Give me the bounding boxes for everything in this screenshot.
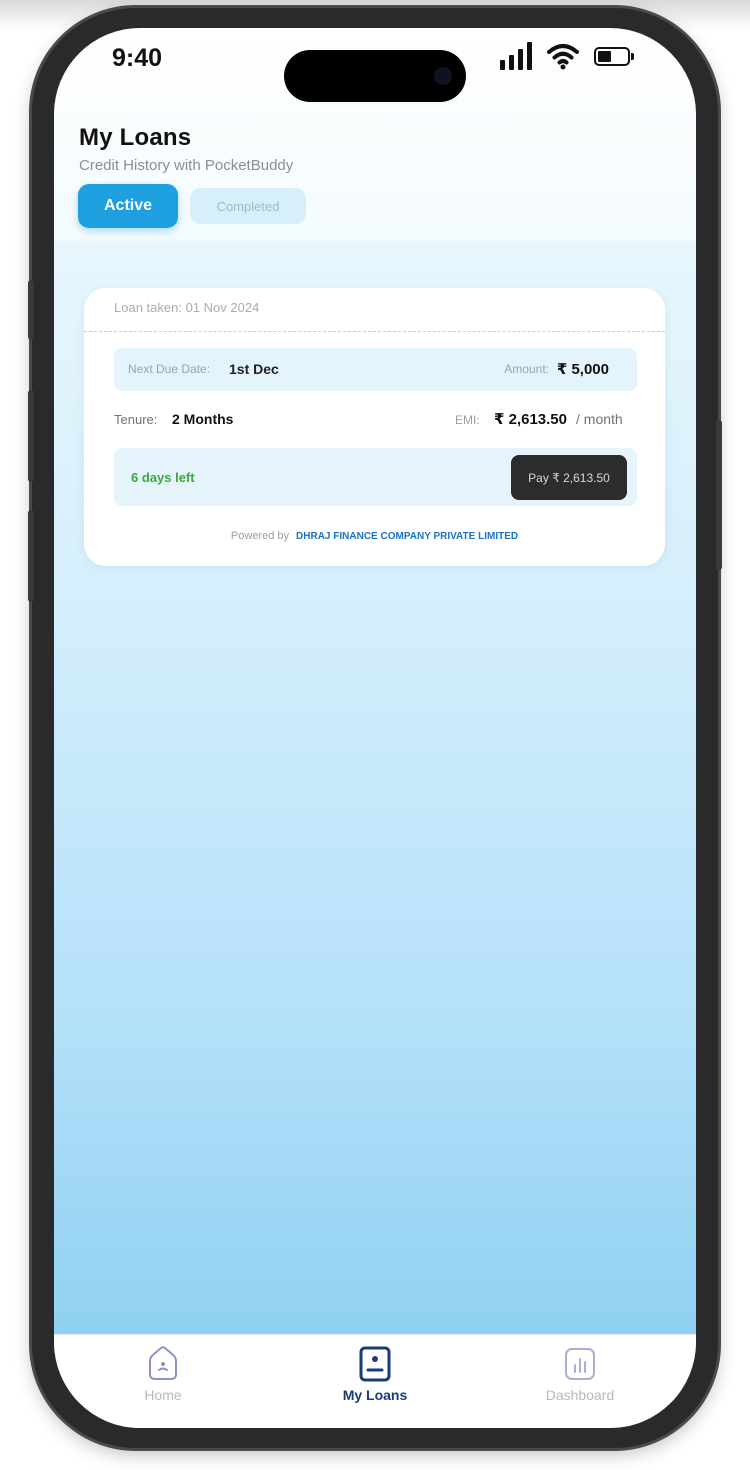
nav-label-my-loans: My Loans	[342, 1387, 408, 1403]
loans-icon	[355, 1343, 395, 1385]
emi-label: EMI:	[455, 413, 480, 427]
powered-by-label: Powered by	[230, 530, 289, 542]
dynamic-island	[284, 50, 466, 102]
due-info-strip: Next Due Date: 1st Dec Amount: ₹ 5,000	[114, 348, 637, 391]
loan-taken-date: 01 Nov 2024	[185, 300, 260, 315]
tab-active[interactable]: Active	[78, 184, 178, 228]
volume-down-button	[28, 510, 34, 602]
status-icons	[500, 38, 634, 74]
tenure-value: 2 Months	[172, 411, 234, 427]
battery-icon	[594, 46, 634, 66]
wifi-icon	[547, 44, 579, 70]
nav-item-dashboard[interactable]: Dashboard	[505, 1343, 655, 1403]
dashed-divider	[84, 331, 665, 332]
page-title: My Loans	[79, 124, 192, 151]
next-due-label: Next Due Date:	[128, 362, 211, 376]
days-left: 6 days left	[131, 470, 195, 485]
home-icon	[143, 1343, 183, 1385]
power-button	[716, 420, 722, 570]
amount-value: ₹ 5,000	[556, 361, 609, 378]
emi-unit: / month	[576, 411, 623, 427]
next-due-value: 1st Dec	[229, 361, 279, 377]
powered-by: Powered by DHRAJ FINANCE COMPANY PRIVATE…	[84, 530, 665, 542]
nav-item-my-loans[interactable]: My Loans	[300, 1343, 450, 1403]
signal-icon	[500, 42, 532, 70]
camera-icon	[434, 67, 452, 85]
dashboard-icon	[560, 1343, 600, 1385]
tenure-label: Tenure:	[114, 412, 158, 427]
phone-screen: 9:40 My Loans Credit History with Pocket…	[54, 28, 696, 1428]
loan-taken-row: Loan taken: 01 Nov 2024	[114, 300, 259, 315]
nav-label-dashboard: Dashboard	[545, 1387, 615, 1403]
emi-value: ₹ 2,613.50	[494, 411, 567, 428]
status-time: 9:40	[112, 44, 163, 72]
page-subtitle: Credit History with PocketBuddy	[79, 157, 294, 174]
nav-label-home: Home	[144, 1387, 182, 1403]
tab-completed[interactable]: Completed	[190, 188, 306, 224]
amount-label: Amount:	[504, 362, 549, 376]
lender-link[interactable]: DHRAJ FINANCE COMPANY PRIVATE LIMITED	[296, 531, 518, 542]
nav-item-home[interactable]: Home	[88, 1343, 238, 1403]
bottom-nav: Home My Loans Dashboard	[54, 1334, 696, 1428]
volume-up-button	[28, 390, 34, 482]
payment-strip: 6 days left Pay ₹ 2,613.50	[114, 448, 637, 506]
action-button	[28, 280, 34, 340]
pay-button[interactable]: Pay ₹ 2,613.50	[511, 455, 627, 500]
loan-card[interactable]: Loan taken: 01 Nov 2024 Next Due Date: 1…	[84, 288, 665, 566]
loan-taken-label: Loan taken:	[114, 300, 182, 315]
